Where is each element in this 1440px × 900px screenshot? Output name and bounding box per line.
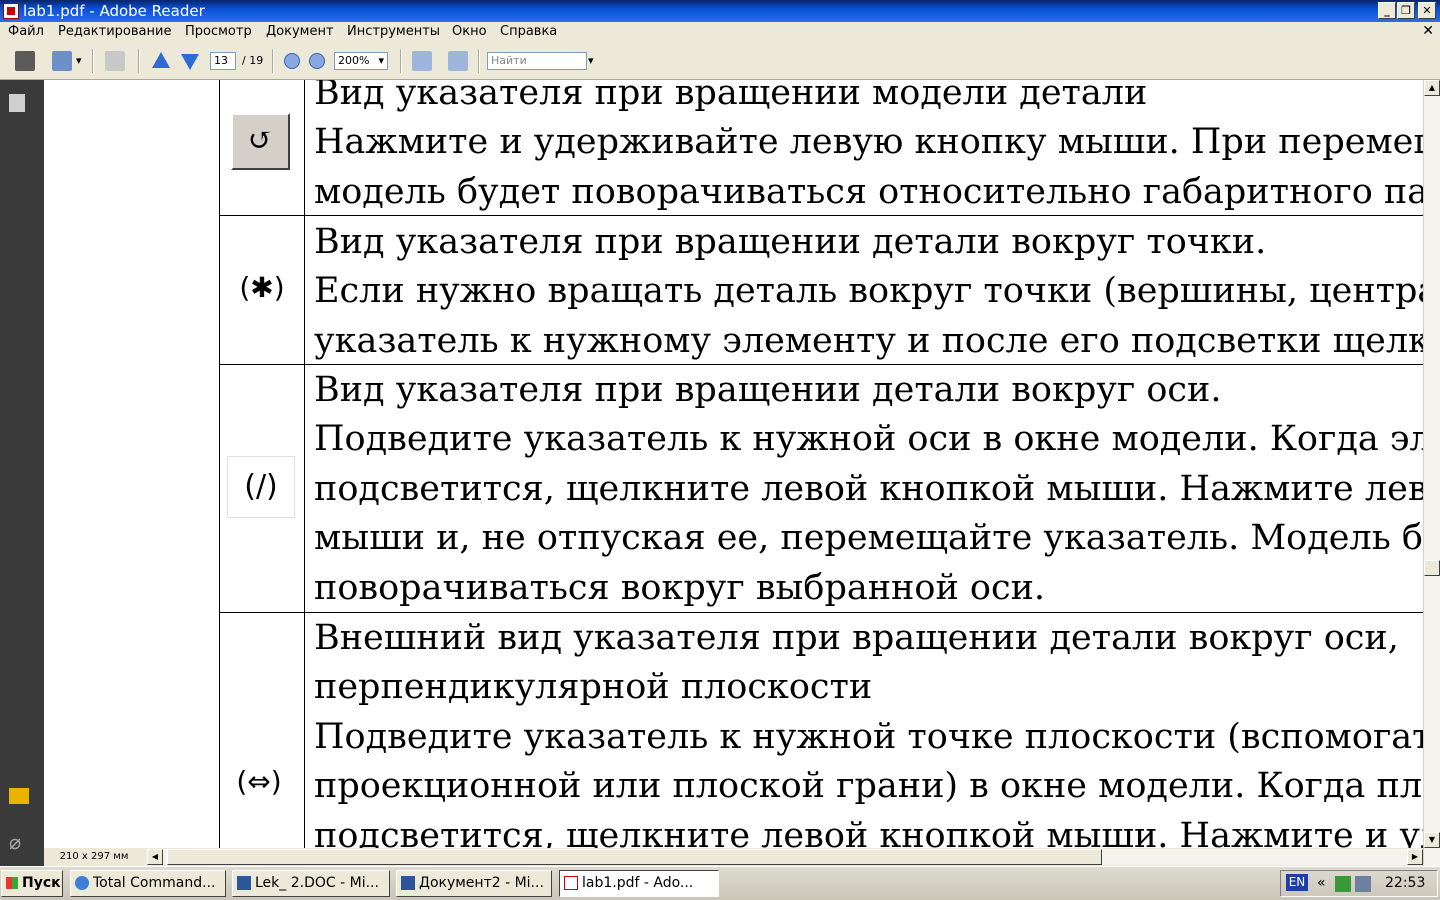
menu-document[interactable]: Документ xyxy=(266,22,334,41)
comments-icon[interactable] xyxy=(9,788,29,804)
vertical-scrollbar[interactable]: ▲ ▼ xyxy=(1423,80,1440,866)
toolbar-separator xyxy=(478,49,480,73)
menu-tools[interactable]: Инструменты xyxy=(347,22,440,41)
document-view[interactable]: ↺ Вид указателя при вращении модели дета… xyxy=(44,80,1423,848)
pages-icon[interactable] xyxy=(9,94,25,112)
fit-page-icon[interactable] xyxy=(448,51,468,71)
menu-file[interactable]: Файл xyxy=(8,22,44,41)
status-bar: 210 x 297 мм ◀ ▶ xyxy=(44,848,1423,866)
search-input[interactable]: Найти xyxy=(487,52,587,70)
taskbar-item-label: Total Command... xyxy=(93,875,216,891)
taskbar-item-adobe-reader[interactable]: lab1.pdf - Ado... xyxy=(559,870,719,897)
chevron-down-icon[interactable]: ▾ xyxy=(76,53,82,69)
start-button[interactable]: Пуск xyxy=(1,870,63,897)
hand-tool-icon[interactable] xyxy=(105,51,125,71)
next-page-icon[interactable] xyxy=(181,54,199,70)
close-button[interactable]: ✕ xyxy=(1418,2,1436,19)
scroll-right-icon[interactable]: ▶ xyxy=(1407,849,1423,865)
table-row-text: подсветится, щелкните левой кнопкой мыши… xyxy=(314,816,1423,848)
taskbar-item-label: lab1.pdf - Ado... xyxy=(582,875,694,891)
taskbar-item-total-commander[interactable]: Total Command... xyxy=(70,870,226,897)
scroll-down-icon[interactable]: ▼ xyxy=(1424,832,1440,848)
rotate-around-point-cursor-icon: (✱) xyxy=(239,271,285,304)
print-icon[interactable] xyxy=(15,51,35,71)
toolbar-separator xyxy=(92,49,94,73)
horizontal-scroll-thumb[interactable] xyxy=(167,849,1102,865)
scroll-up-icon[interactable]: ▲ xyxy=(1424,80,1440,96)
table-row-text: перпендикулярной плоскости xyxy=(314,667,873,707)
table-row-text: мыши и, не отпуская ее, перемещайте указ… xyxy=(314,518,1423,558)
document-close-icon[interactable]: ✕ xyxy=(1422,22,1434,41)
rotate-around-axis-cursor-icon: (/) xyxy=(227,456,295,518)
zoom-out-icon[interactable] xyxy=(284,53,300,69)
toolbar-separator xyxy=(400,49,402,73)
pdf-app-icon xyxy=(3,3,19,19)
total-commander-icon xyxy=(75,876,89,890)
table-row-text: поворачиваться вокруг выбранной оси. xyxy=(314,568,1046,608)
table-row-text: указатель к нужному элементу и после его… xyxy=(314,321,1423,361)
show-hidden-icons-button[interactable]: « xyxy=(1317,871,1326,896)
table-row-text: Если нужно вращать деталь вокруг точки (… xyxy=(314,271,1423,311)
taskbar-item-label: Документ2 - Mi... xyxy=(419,875,544,891)
navigation-pane: ⌀ xyxy=(0,80,44,866)
chevron-down-icon: ▾ xyxy=(378,54,384,67)
horizontal-scrollbar[interactable]: ◀ ▶ xyxy=(147,849,1423,865)
toolbar-separator xyxy=(272,49,274,73)
table-row-text: Вид указателя при вращении модели детали xyxy=(314,80,1148,113)
table-row-text: Нажмите и удерживайте левую кнопку мыши.… xyxy=(314,122,1423,162)
table-row-text: Подведите указатель к нужной оси в окне … xyxy=(314,419,1423,459)
rotate-around-plane-axis-cursor-icon: (⇔) xyxy=(236,765,282,798)
page-total: / 19 xyxy=(242,54,264,67)
table-border xyxy=(219,80,220,848)
print-options-icon[interactable] xyxy=(52,51,72,71)
menu-help[interactable]: Справка xyxy=(500,22,557,41)
table-column-divider xyxy=(304,80,305,848)
zoom-select[interactable]: 200% ▾ xyxy=(334,52,388,70)
vertical-scroll-thumb[interactable] xyxy=(1424,560,1440,576)
rotate-model-cursor-icon: ↺ xyxy=(231,113,290,170)
previous-page-icon[interactable] xyxy=(152,52,170,68)
zoom-value: 200% xyxy=(338,54,370,67)
word-icon xyxy=(237,876,251,890)
title-bar[interactable]: lab1.pdf - Adobe Reader _ ❐ ✕ xyxy=(0,0,1440,22)
table-row-text: проекционной или плоской грани) в окне м… xyxy=(314,766,1423,806)
window-title: lab1.pdf - Adobe Reader xyxy=(23,2,205,20)
chevron-down-icon[interactable]: ▾ xyxy=(588,53,594,69)
system-tray: « 22:53 xyxy=(1280,870,1438,897)
page-size-label: 210 x 297 мм xyxy=(59,851,129,862)
table-row-text: Внешний вид указателя при вращении детал… xyxy=(314,618,1399,658)
zoom-in-icon[interactable] xyxy=(309,53,325,69)
table-row-text: Вид указателя при вращении детали вокруг… xyxy=(314,370,1222,410)
attachments-icon[interactable]: ⌀ xyxy=(9,832,29,852)
menu-view[interactable]: Просмотр xyxy=(185,22,252,41)
taskbar-item-label: Lek_ 2.DOC - Mi... xyxy=(255,875,379,891)
taskbar: Пуск Total Command... Lek_ 2.DOC - Mi...… xyxy=(0,866,1440,900)
table-row-text: модель будет поворачиваться относительно… xyxy=(314,172,1423,212)
clock[interactable]: 22:53 xyxy=(1385,871,1425,896)
network-icon[interactable] xyxy=(1335,876,1351,892)
pdf-icon xyxy=(564,876,578,890)
table-row-text: Вид указателя при вращении детали вокруг… xyxy=(314,222,1267,262)
minimize-button[interactable]: _ xyxy=(1378,2,1396,19)
table-row-text: подсветится, щелкните левой кнопкой мыши… xyxy=(314,469,1423,509)
toolbar-separator xyxy=(138,49,140,73)
table-row-text: Подведите указатель к нужной точке плоск… xyxy=(314,717,1423,757)
taskbar-item-word-lek[interactable]: Lek_ 2.DOC - Mi... xyxy=(232,870,390,897)
menu-edit[interactable]: Редактирование xyxy=(58,22,171,41)
menu-window[interactable]: Окно xyxy=(452,22,487,41)
start-label: Пуск xyxy=(22,875,61,891)
scroll-left-icon[interactable]: ◀ xyxy=(147,849,163,865)
page-number-input[interactable]: 13 xyxy=(210,52,236,70)
menu-bar: Файл Редактирование Просмотр Документ Ин… xyxy=(0,22,1440,41)
monitor-icon[interactable] xyxy=(1355,876,1371,892)
word-icon xyxy=(401,876,415,890)
windows-logo-icon xyxy=(6,877,18,889)
restore-button[interactable]: ❐ xyxy=(1397,2,1415,19)
taskbar-item-word-document2[interactable]: Документ2 - Mi... xyxy=(396,870,552,897)
toolbar: ▾ 13 / 19 200% ▾ Найти ▾ xyxy=(0,41,1440,80)
fit-width-icon[interactable] xyxy=(412,51,432,71)
